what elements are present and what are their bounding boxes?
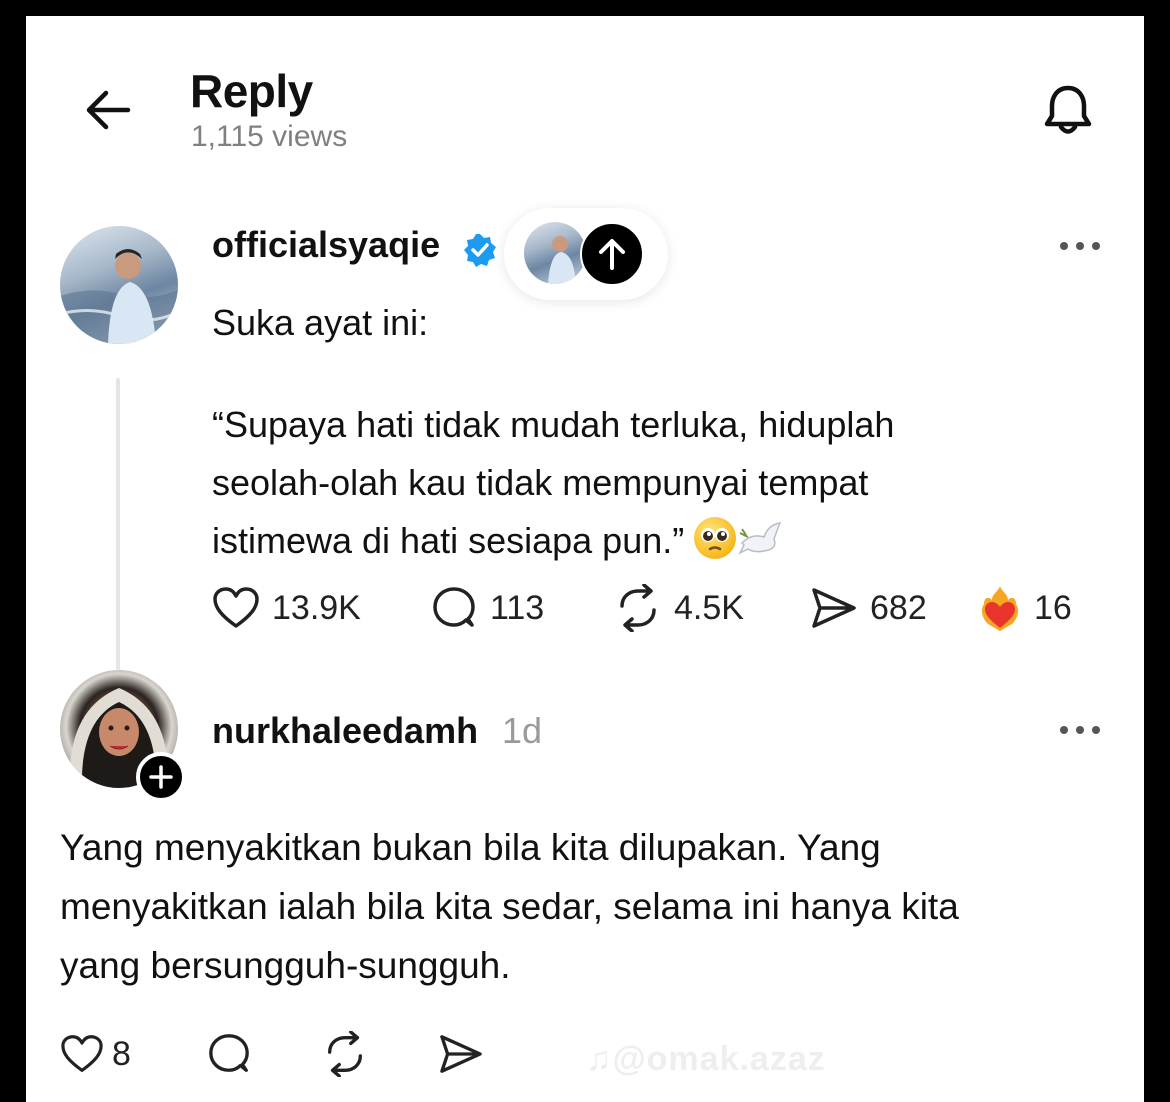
page-title: Reply bbox=[190, 65, 313, 117]
post-line: seolah-olah kau tidak mempunyai tempat bbox=[212, 462, 869, 503]
follow-plus-icon[interactable] bbox=[136, 752, 186, 802]
fire-heart-icon bbox=[981, 586, 1019, 631]
profile-chip[interactable] bbox=[504, 208, 668, 300]
reply-share-button[interactable] bbox=[438, 1030, 484, 1078]
share-button[interactable]: 682 bbox=[810, 584, 927, 632]
reply-repost-button[interactable] bbox=[322, 1030, 368, 1078]
post-line: “Supaya hati tidak mudah terluka, hidupl… bbox=[212, 404, 895, 445]
dove-emoji-icon bbox=[738, 518, 784, 558]
post-line-with-emoji: istimewa di hati sesiapa pun.” bbox=[212, 512, 1072, 570]
avatar[interactable] bbox=[60, 226, 178, 344]
pleading-face-emoji-icon bbox=[694, 517, 737, 559]
reply-username[interactable]: nurkhaleedamh bbox=[212, 710, 478, 752]
bell-icon[interactable] bbox=[1038, 80, 1098, 140]
like-button[interactable]: 13.9K bbox=[212, 584, 361, 632]
reply-comment-button[interactable] bbox=[206, 1030, 252, 1078]
more-options-icon[interactable] bbox=[1058, 238, 1102, 254]
comment-bubble-icon bbox=[209, 1034, 249, 1072]
watermark-text: @omak.azaz bbox=[612, 1040, 826, 1078]
like-count: 13.9K bbox=[272, 588, 361, 627]
comment-button[interactable]: 113 bbox=[430, 584, 544, 632]
thread-line bbox=[116, 378, 120, 670]
arrow-up-icon[interactable] bbox=[580, 222, 644, 286]
post-username[interactable]: officialsyaqie bbox=[212, 224, 440, 266]
reply-line: Yang menyakitkan bukan bila kita dilupak… bbox=[60, 827, 881, 868]
repost-icon bbox=[620, 584, 656, 632]
reply-line: menyakitkan ialah bila kita sedar, selam… bbox=[60, 886, 959, 927]
send-icon bbox=[812, 588, 856, 628]
view-count: 1,115 views bbox=[191, 120, 348, 153]
post-body: Suka ayat ini: “Supaya hati tidak mudah … bbox=[212, 294, 1072, 570]
reply-like-button[interactable]: 8 bbox=[60, 1030, 131, 1078]
comment-bubble-icon bbox=[433, 587, 475, 627]
verified-badge-icon bbox=[462, 232, 498, 268]
reply-body: Yang menyakitkan bukan bila kita dilupak… bbox=[60, 818, 1120, 995]
fire-heart-count: 16 bbox=[1034, 588, 1072, 627]
repost-icon bbox=[327, 1031, 363, 1077]
watermark: ♫@omak.azaz bbox=[586, 1040, 826, 1079]
back-arrow-icon[interactable] bbox=[82, 84, 134, 136]
heart-icon bbox=[213, 587, 259, 628]
comment-count: 113 bbox=[490, 588, 545, 627]
share-count: 682 bbox=[870, 588, 927, 627]
reply-line: yang bersungguh-sungguh. bbox=[60, 945, 511, 986]
post-line: Suka ayat ini: bbox=[212, 302, 429, 343]
tiktok-logo-icon: ♫ bbox=[586, 1040, 613, 1078]
heart-icon bbox=[61, 1035, 103, 1072]
post-line: istimewa di hati sesiapa pun.” bbox=[212, 520, 685, 561]
reply-timestamp: 1d bbox=[502, 710, 543, 751]
repost-button[interactable]: 4.5K bbox=[614, 584, 744, 632]
reply-like-count: 8 bbox=[112, 1034, 131, 1073]
reply-more-options-icon[interactable] bbox=[1058, 722, 1102, 738]
chip-avatar bbox=[524, 222, 586, 284]
send-icon bbox=[440, 1035, 482, 1073]
repost-count: 4.5K bbox=[674, 588, 744, 627]
fire-heart-reaction[interactable]: 16 bbox=[978, 584, 1072, 632]
screen: Reply 1,115 views officialsyaqie Suka ay… bbox=[26, 16, 1144, 1102]
